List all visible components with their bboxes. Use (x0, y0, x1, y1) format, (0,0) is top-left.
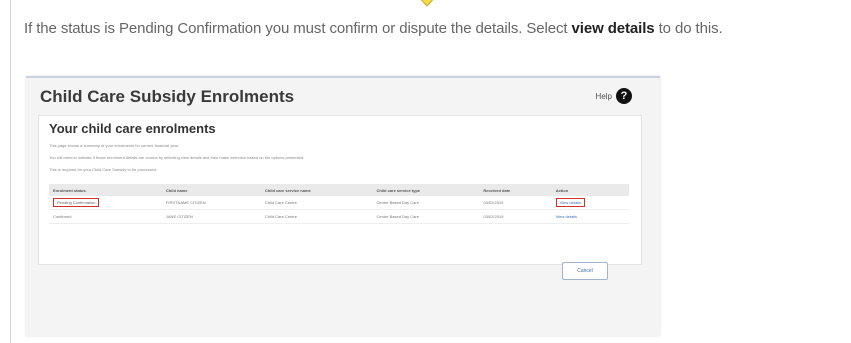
instruction-suffix: to do this. (654, 20, 723, 37)
column-header: Action (551, 184, 629, 196)
action-cell: View details (551, 209, 629, 224)
subsidy-enrolments-panel: Child Care Subsidy Enrolments Help ? You… (26, 76, 660, 336)
column-header: Enrolment status (49, 184, 162, 196)
panel-title: Child Care Subsidy Enrolments (40, 87, 295, 106)
service-name-cell: Child Care Centre (260, 209, 373, 224)
service-name-cell: Child Care Centre (260, 196, 373, 210)
table-row: Confirmed JANE CITIZEN Child Care Centre… (49, 209, 629, 224)
service-type-cell: Centre Based Day Care (372, 196, 480, 210)
service-type-cell: Centre Based Day Care (372, 209, 480, 224)
status-cell: Pending Confirmation (49, 196, 162, 210)
instruction-emphasis: view details (571, 20, 655, 37)
enrolments-card: Your child care enrolments This page sho… (38, 115, 642, 265)
child-name-cell: JANE CITIZEN (161, 209, 261, 224)
help-icon[interactable]: ? (616, 88, 632, 104)
help-button[interactable]: Help ? (596, 88, 632, 104)
child-name-cell: FIRSTNAME CITIZEN (161, 196, 261, 210)
column-header: Child care service type (372, 184, 480, 196)
enrolments-title: Your child care enrolments (49, 121, 216, 136)
view-details-link[interactable]: View details (555, 198, 585, 207)
enrolments-table: Enrolment status Child name Child care s… (49, 184, 629, 224)
cancel-button[interactable]: Cancel (562, 262, 608, 280)
received-date-cell: 03/02/2019 (479, 209, 552, 224)
help-label: Help (595, 91, 612, 101)
column-header: Child name (161, 184, 261, 196)
enrolments-paragraph: This page shows a summary of your enrolm… (49, 143, 180, 148)
status-badge: Pending Confirmation (53, 198, 100, 207)
arrow-down-icon (420, 0, 434, 7)
enrolments-paragraph: This is required for your Child Care Sub… (49, 167, 158, 172)
column-header: Received date (479, 184, 552, 196)
enrolments-paragraph: You will need to indicate if these enrol… (49, 155, 305, 160)
instruction-prefix: If the status is Pending Confirmation yo… (24, 20, 572, 37)
table-row: Pending Confirmation FIRSTNAME CITIZEN C… (49, 196, 629, 210)
instruction-text: If the status is Pending Confirmation yo… (24, 20, 723, 37)
view-details-link[interactable]: View details (556, 214, 577, 219)
table-header-row: Enrolment status Child name Child care s… (49, 184, 629, 196)
action-cell: View details (551, 196, 629, 210)
status-cell: Confirmed (49, 209, 162, 224)
received-date-cell: 03/02/2019 (479, 196, 552, 210)
column-header: Child care service name (260, 184, 373, 196)
